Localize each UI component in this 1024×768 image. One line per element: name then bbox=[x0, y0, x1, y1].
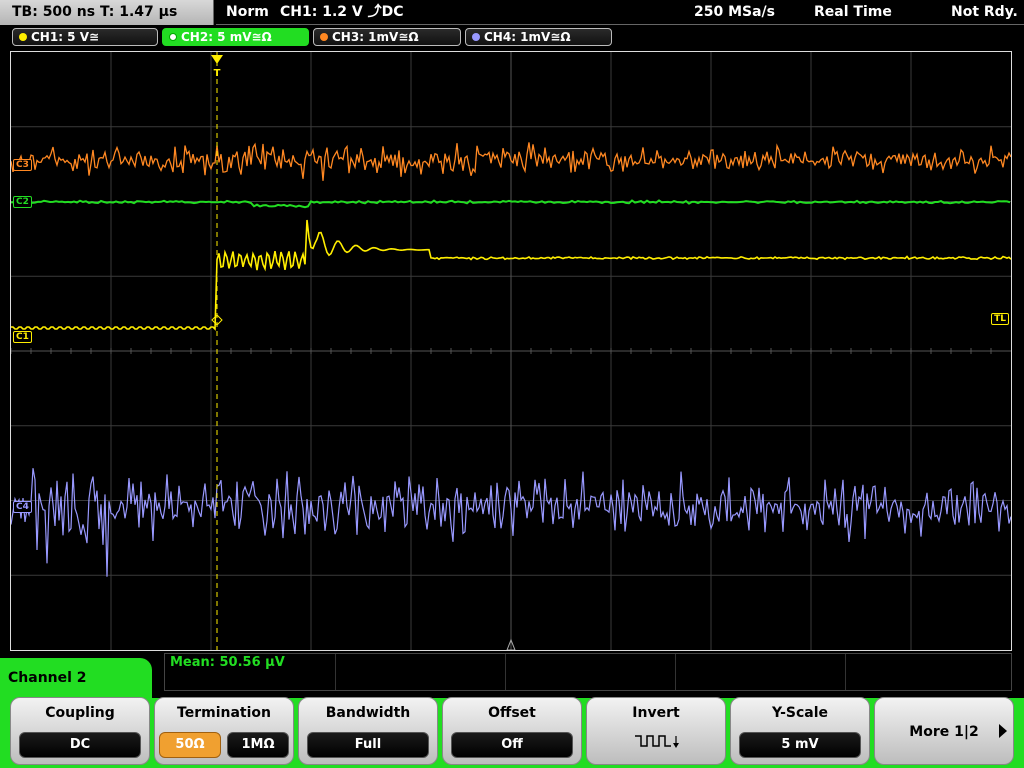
bandwidth-value: Full bbox=[307, 732, 429, 758]
invert-square-wave-icon bbox=[635, 735, 679, 748]
yscale-title: Y-Scale bbox=[771, 705, 828, 721]
sample-rate: 250 MSa/s bbox=[694, 4, 776, 20]
ch1-ground-marker[interactable]: C1 bbox=[13, 331, 32, 343]
mean-measurement: Mean: 50.56 µV bbox=[170, 655, 285, 670]
divider bbox=[845, 654, 846, 690]
ch4-ground-marker[interactable]: C4 bbox=[13, 501, 32, 513]
timebase-readout[interactable]: TB: 500 ns T: 1.47 µs bbox=[0, 0, 214, 25]
ch3-color-dot bbox=[320, 33, 328, 41]
termination-50ohm-option[interactable]: 50Ω bbox=[159, 732, 221, 758]
ch3-ground-marker[interactable]: C3 bbox=[13, 159, 32, 171]
divider bbox=[335, 654, 336, 690]
bandwidth-button[interactable]: Bandwidth Full bbox=[298, 697, 438, 765]
tab-ch2-label: CH2: 5 mV≅Ω bbox=[181, 30, 272, 44]
termination-1mohm-option[interactable]: 1MΩ bbox=[227, 732, 289, 758]
coupling-button[interactable]: Coupling DC bbox=[10, 697, 150, 765]
trigger-status: Not Rdy. bbox=[951, 4, 1018, 20]
yscale-value: 5 mV bbox=[739, 732, 861, 758]
divider bbox=[216, 24, 1024, 25]
offset-title: Offset bbox=[488, 705, 536, 721]
bandwidth-title: Bandwidth bbox=[325, 705, 411, 721]
tab-ch1-label: CH1: 5 V≅ bbox=[31, 30, 100, 44]
termination-button[interactable]: Termination 50Ω 1MΩ bbox=[154, 697, 294, 765]
invert-button[interactable]: Invert bbox=[586, 697, 726, 765]
waveform-display[interactable]: T C3 C2 C1 C4 TL bbox=[10, 51, 1012, 651]
divider bbox=[505, 654, 506, 690]
arrow-right-icon bbox=[999, 724, 1007, 738]
divider bbox=[675, 654, 676, 690]
trigger-mode: Norm bbox=[226, 4, 269, 20]
waveform-canvas: T bbox=[11, 52, 1011, 650]
status-bar: TB: 500 ns T: 1.47 µs Norm CH1: 1.2 V ⤴D… bbox=[0, 0, 1024, 25]
graticule bbox=[11, 52, 1011, 650]
trigger-level-marker[interactable]: TL bbox=[991, 313, 1009, 325]
coupling-value: DC bbox=[19, 732, 141, 758]
tab-ch4-label: CH4: 1mV≅Ω bbox=[484, 30, 571, 44]
offset-button[interactable]: Offset Off bbox=[442, 697, 582, 765]
trigger-position-marker[interactable] bbox=[211, 55, 223, 64]
trigger-readout[interactable]: CH1: 1.2 V ⤴DC bbox=[280, 0, 403, 25]
tab-ch1[interactable]: CH1: 5 V≅ bbox=[12, 28, 158, 46]
acquisition-mode: Real Time bbox=[814, 4, 892, 20]
measurement-panel[interactable]: Mean: 50.56 µV bbox=[164, 653, 1012, 691]
tab-ch3-label: CH3: 1mV≅Ω bbox=[332, 30, 419, 44]
termination-title: Termination bbox=[177, 705, 271, 721]
offset-value: Off bbox=[451, 732, 573, 758]
tab-ch2[interactable]: CH2: 5 mV≅Ω bbox=[162, 28, 309, 46]
ch2-ground-marker[interactable]: C2 bbox=[13, 196, 32, 208]
more-label: More 1|2 bbox=[909, 724, 979, 740]
yscale-button[interactable]: Y-Scale 5 mV bbox=[730, 697, 870, 765]
ch1-color-dot bbox=[19, 33, 27, 41]
ch4-color-dot bbox=[472, 33, 480, 41]
tab-ch3[interactable]: CH3: 1mV≅Ω bbox=[313, 28, 461, 46]
tab-ch4[interactable]: CH4: 1mV≅Ω bbox=[465, 28, 612, 46]
invert-title: Invert bbox=[632, 705, 680, 721]
coupling-title: Coupling bbox=[45, 705, 115, 721]
trigger-position-label: T bbox=[214, 68, 221, 79]
more-button[interactable]: More 1|2 bbox=[874, 697, 1014, 765]
menu-title: Channel 2 bbox=[0, 658, 152, 698]
ch2-color-dot bbox=[169, 33, 177, 41]
